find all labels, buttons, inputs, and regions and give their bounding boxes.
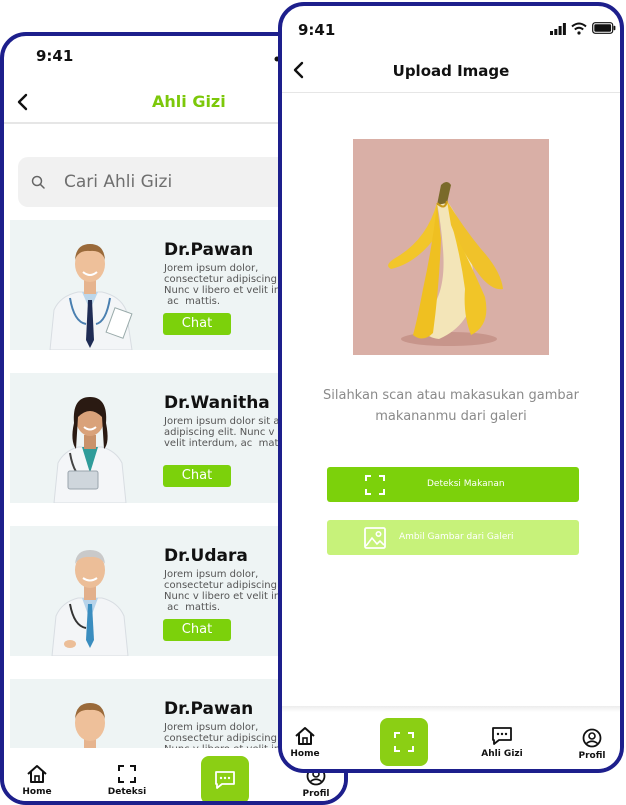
chat-button[interactable]: Chat [163, 313, 231, 335]
scan-icon [118, 765, 136, 783]
nav-profil-label: Profil [578, 751, 606, 761]
doctor-name: Dr.Udara [164, 546, 248, 566]
doctor-description: Jorem ipsum dolor sit amet, adipiscing e… [164, 416, 303, 449]
nav-deteksi[interactable]: Deteksi [107, 764, 147, 797]
doctor-photo [51, 550, 129, 656]
home-icon [27, 765, 47, 783]
upload-image-screen: 9:41 Upload Image Silahkan scan atau mak… [278, 2, 624, 773]
doctor-description: Jorem ipsum dolor, consectetur adipiscin… [164, 263, 281, 307]
pick-from-gallery-button[interactable]: Ambil Gambar dari Galeri [327, 520, 579, 555]
page-title: Upload Image [392, 62, 510, 80]
nav-ahli-gizi[interactable]: Ahli Gizi [480, 726, 524, 759]
nav-chat-button[interactable] [201, 756, 249, 801]
nav-profil-label: Profil [302, 789, 330, 799]
nav-ahli-gizi-label: Ahli Gizi [481, 749, 523, 759]
detect-food-label: Deteksi Makanan [427, 479, 505, 489]
chevron-left-icon[interactable] [16, 93, 30, 111]
doctor-photo [53, 397, 127, 503]
search-icon [31, 175, 45, 189]
bottom-nav: Home Ahli Gizi Profil [282, 712, 620, 769]
status-time: 9:41 [36, 47, 74, 65]
nav-home-label: Home [22, 787, 52, 797]
image-icon [364, 527, 386, 549]
instruction-line-1: Silahkan scan atau makasukan gambar [323, 388, 579, 403]
instruction-line-2: makananmu dari galeri [375, 409, 527, 424]
doctor-photo [49, 244, 133, 350]
page-title: Ahli Gizi [152, 92, 226, 111]
chat-icon [215, 771, 235, 789]
pick-from-gallery-label: Ambil Gambar dari Galeri [399, 532, 514, 542]
instruction-text: Silahkan scan atau makasukan gambar maka… [282, 385, 620, 427]
chat-button[interactable]: Chat [163, 465, 231, 487]
header-divider [282, 92, 620, 93]
chat-button[interactable]: Chat [163, 619, 231, 641]
cellular-icon [550, 23, 566, 35]
profile-icon [582, 728, 602, 748]
nav-home[interactable]: Home [290, 726, 320, 759]
search-bar[interactable]: Cari Ahli Gizi [18, 157, 318, 207]
nav-deteksi-label: Deteksi [107, 787, 147, 797]
nav-profil[interactable]: Profil [576, 728, 608, 761]
doctor-name: Dr.Pawan [164, 699, 254, 719]
search-placeholder: Cari Ahli Gizi [64, 172, 173, 192]
nav-scan-button[interactable] [380, 718, 428, 766]
doctor-name: Dr.Pawan [164, 240, 254, 260]
detect-food-button[interactable]: Deteksi Makanan [327, 467, 579, 502]
doctor-name: Dr.Wanitha [164, 393, 270, 413]
status-time: 9:41 [298, 21, 336, 39]
wifi-icon [571, 22, 587, 35]
doctor-description: Jorem ipsum dolor, consectetur adipiscin… [164, 569, 281, 613]
food-image-preview [353, 139, 549, 355]
scan-icon [365, 475, 385, 495]
battery-icon [592, 22, 616, 34]
nav-home-label: Home [290, 749, 320, 759]
home-icon [295, 727, 315, 745]
scan-icon [394, 732, 414, 752]
banana-image [388, 182, 503, 346]
chat-icon [492, 727, 512, 745]
nav-home[interactable]: Home [22, 764, 52, 797]
